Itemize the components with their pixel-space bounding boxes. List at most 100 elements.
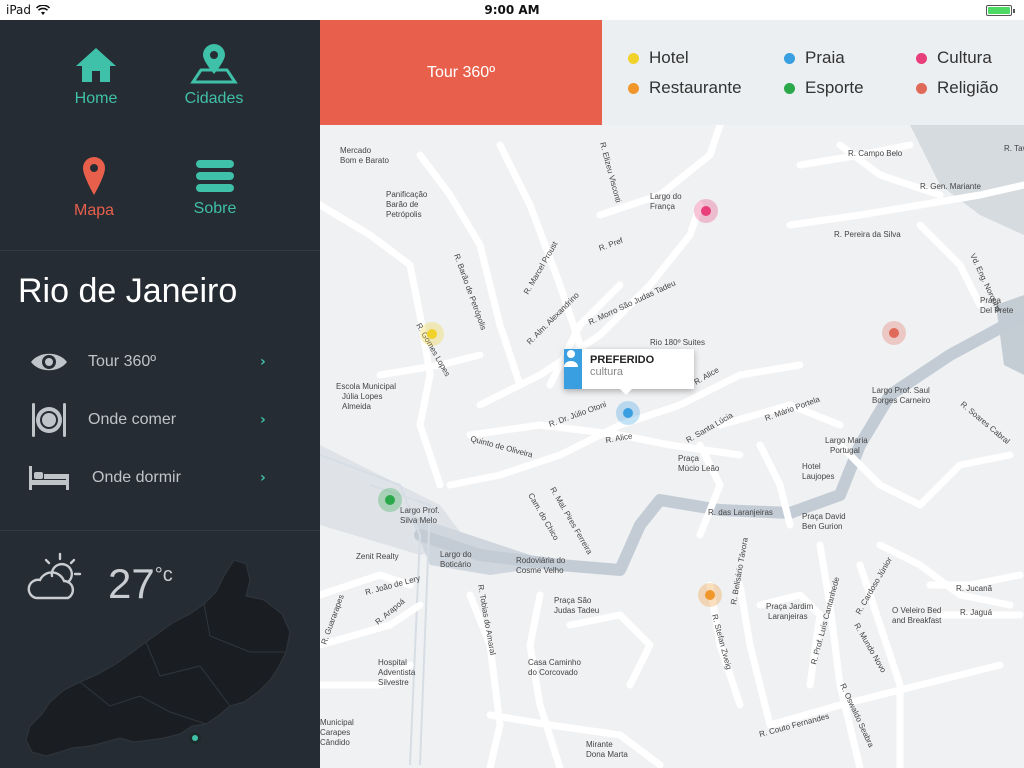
poi-marker-esporte[interactable] xyxy=(378,488,402,512)
poi-marker-restaurante[interactable] xyxy=(698,583,722,607)
svg-text:Rodoviária do: Rodoviária do xyxy=(516,556,566,565)
svg-text:Ben Gurion: Ben Gurion xyxy=(802,522,842,531)
poi-marker-praia[interactable] xyxy=(616,401,640,425)
legend-item-religiao[interactable]: Religião xyxy=(916,78,998,98)
nav-home-button[interactable]: Home xyxy=(36,46,156,108)
partly-cloudy-icon xyxy=(27,552,82,600)
status-bar: iPad 9:00 AM xyxy=(0,0,1024,20)
map-legend: Hotel Restaurante Praia Esporte Cultura … xyxy=(602,20,1024,125)
legend-dot xyxy=(628,52,639,64)
svg-text:Hospital: Hospital xyxy=(378,658,407,667)
svg-text:Laranjeiras: Laranjeiras xyxy=(768,612,808,621)
svg-text:Cosme Velho: Cosme Velho xyxy=(516,566,564,575)
svg-text:Municipal: Municipal xyxy=(320,718,354,727)
svg-text:Cândido: Cândido xyxy=(320,738,350,747)
legend-dot xyxy=(916,82,927,94)
menu-icon xyxy=(196,160,234,192)
favorite-popup-subtitle: cultura xyxy=(590,366,624,378)
menu-item-tour[interactable]: Tour 360º › xyxy=(0,338,320,386)
svg-text:Silva Melo: Silva Melo xyxy=(400,516,437,525)
map-canvas[interactable]: R. Campo Belo R. Gen. Mariante R. Pereir… xyxy=(320,125,1024,768)
app-root: iPad 9:00 AM Home Cidades Mapa Sobre Rio… xyxy=(0,0,1024,768)
nav-home-label: Home xyxy=(74,90,118,107)
poi-marker-religiao[interactable] xyxy=(882,321,906,345)
poi-marker-hotel[interactable] xyxy=(420,322,444,346)
nav-sobre-button[interactable]: Sobre xyxy=(155,158,275,218)
city-title: Rio de Janeiro xyxy=(18,272,238,310)
nav-mapa-button[interactable]: Mapa xyxy=(34,156,154,220)
menu-item-onde-comer[interactable]: Onde comer › xyxy=(0,396,320,444)
svg-text:França: França xyxy=(650,202,675,211)
svg-text:Bom e Barato: Bom e Barato xyxy=(340,156,389,165)
svg-text:Largo do: Largo do xyxy=(440,550,472,559)
menu-item-label: Tour 360º xyxy=(88,353,157,370)
svg-text:Praça: Praça xyxy=(678,454,699,463)
svg-text:Praça: Praça xyxy=(980,296,1001,305)
svg-text:Portugal: Portugal xyxy=(830,446,860,455)
legend-label: Esporte xyxy=(805,78,864,97)
legend-item-restaurante[interactable]: Restaurante xyxy=(628,78,742,98)
svg-text:Petrópolis: Petrópolis xyxy=(386,210,422,219)
svg-text:Praça David: Praça David xyxy=(802,512,846,521)
svg-text:Hotel: Hotel xyxy=(802,462,821,471)
poi-marker-cultura[interactable] xyxy=(694,199,718,223)
svg-text:R. Jucanã: R. Jucanã xyxy=(956,584,993,593)
svg-text:Largo Prof. Saul: Largo Prof. Saul xyxy=(872,386,930,395)
chevron-right-icon: › xyxy=(260,412,266,428)
svg-text:Mirante: Mirante xyxy=(586,740,613,749)
battery-icon xyxy=(986,5,1015,16)
tour-360-header-button[interactable]: Tour 360º xyxy=(320,20,602,125)
legend-label: Hotel xyxy=(649,48,689,67)
legend-dot xyxy=(784,82,795,94)
eye-icon xyxy=(28,349,70,375)
legend-label: Cultura xyxy=(937,48,992,67)
legend-item-cultura[interactable]: Cultura xyxy=(916,48,992,68)
legend-label: Praia xyxy=(805,48,845,67)
battery-cap xyxy=(1013,9,1015,13)
legend-dot xyxy=(784,52,795,64)
user-icon xyxy=(564,349,582,389)
bed-icon xyxy=(28,464,70,492)
svg-text:R. das Laranjeiras: R. das Laranjeiras xyxy=(708,508,773,517)
map-view[interactable]: R. Campo Belo R. Gen. Mariante R. Pereir… xyxy=(320,125,1024,768)
svg-text:Del Prete: Del Prete xyxy=(980,306,1014,315)
svg-text:Largo Prof.: Largo Prof. xyxy=(400,506,440,515)
svg-text:Boticário: Boticário xyxy=(440,560,472,569)
svg-text:Laujopes: Laujopes xyxy=(802,472,834,481)
home-icon xyxy=(76,48,116,82)
favorite-popup-pointer xyxy=(620,389,632,395)
tour-360-label: Tour 360º xyxy=(426,63,496,81)
svg-text:Borges Carneiro: Borges Carneiro xyxy=(872,396,931,405)
svg-text:R. Tavares: R. Tavares xyxy=(1004,144,1024,153)
legend-item-praia[interactable]: Praia xyxy=(784,48,845,68)
svg-text:Judas Tadeu: Judas Tadeu xyxy=(554,606,599,615)
svg-text:Mercado: Mercado xyxy=(340,146,372,155)
svg-text:Largo Maria: Largo Maria xyxy=(825,436,868,445)
menu-item-onde-dormir[interactable]: Onde dormir › xyxy=(0,454,320,502)
favorite-popup-title: PREFERIDO xyxy=(590,354,655,366)
favorite-popup-text: PREFERIDO cultura xyxy=(582,349,662,389)
svg-text:Praça Jardim: Praça Jardim xyxy=(766,602,813,611)
nav-sobre-label: Sobre xyxy=(193,200,237,217)
svg-text:Panificação: Panificação xyxy=(386,190,428,199)
chevron-right-icon: › xyxy=(260,354,266,370)
legend-item-esporte[interactable]: Esporte xyxy=(784,78,864,98)
nav-mapa-label: Mapa xyxy=(73,202,115,219)
chevron-right-icon: › xyxy=(260,470,266,486)
svg-text:R. Campo Belo: R. Campo Belo xyxy=(848,149,903,158)
legend-item-hotel[interactable]: Hotel xyxy=(628,48,689,68)
svg-text:Dona Marta: Dona Marta xyxy=(586,750,628,759)
svg-text:Escola Municipal: Escola Municipal xyxy=(336,382,396,391)
location-marker-icon xyxy=(83,157,105,195)
legend-dot xyxy=(916,52,927,64)
nav-cidades-button[interactable]: Cidades xyxy=(154,44,274,108)
menu-item-label: Onde dormir xyxy=(92,469,181,486)
svg-text:Silvestre: Silvestre xyxy=(378,678,409,687)
temperature-unit: °c xyxy=(154,564,173,586)
svg-text:Almeida: Almeida xyxy=(342,402,371,411)
svg-text:Múcio Leão: Múcio Leão xyxy=(678,464,720,473)
svg-text:R. Gen. Mariante: R. Gen. Mariante xyxy=(920,182,981,191)
svg-text:and Breakfast: and Breakfast xyxy=(892,616,942,625)
nav-cidades-label: Cidades xyxy=(184,90,244,107)
favorite-popup[interactable]: PREFERIDO cultura xyxy=(564,349,694,395)
